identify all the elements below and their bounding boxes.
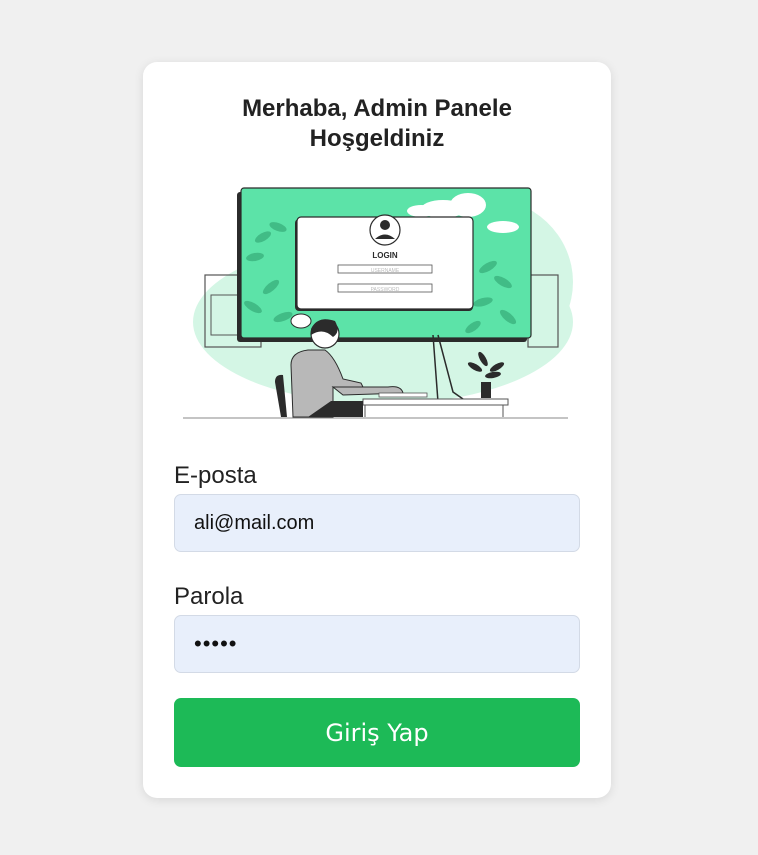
login-card: Merhaba, Admin Panele Hoşgeldiniz LOGIN …: [143, 62, 611, 798]
illustration-login-text: LOGIN: [372, 251, 398, 260]
illustration-password-text: PASSWORD: [371, 287, 400, 293]
email-label: E-posta: [174, 462, 257, 489]
illustration-username-text: USERNAME: [371, 268, 400, 274]
password-label: Parola: [174, 583, 244, 610]
login-button[interactable]: Giriş Yap: [174, 698, 580, 767]
email-field[interactable]: [174, 494, 580, 552]
login-illustration: LOGIN USERNAME PASSWORD: [183, 187, 573, 419]
page-title: Merhaba, Admin Panele Hoşgeldiniz: [242, 95, 512, 152]
password-field[interactable]: [174, 615, 580, 673]
